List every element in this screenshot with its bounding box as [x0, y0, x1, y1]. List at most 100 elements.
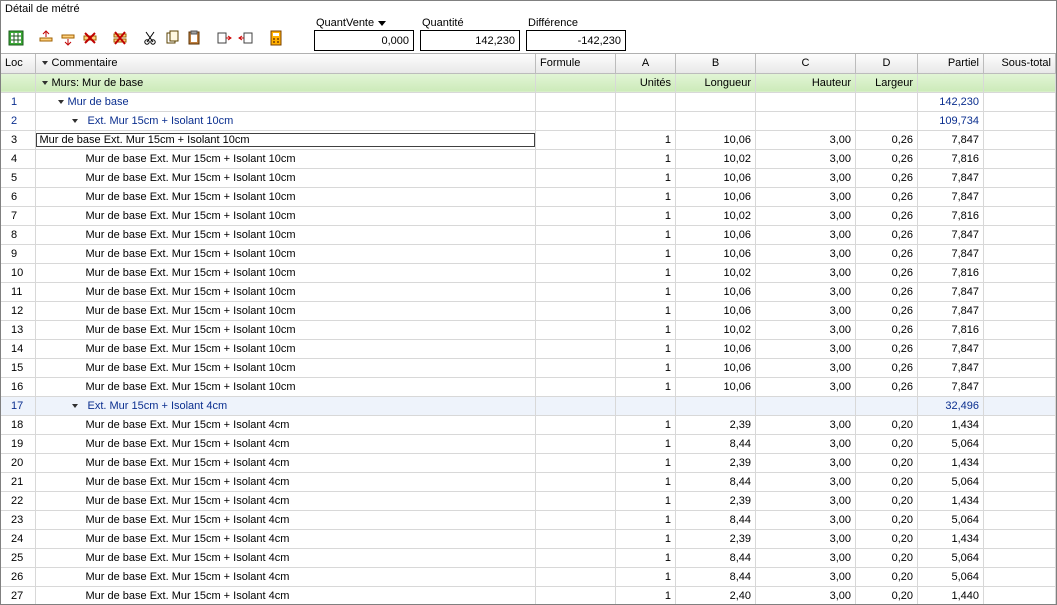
cell-commentaire[interactable]: Mur de base Ext. Mur 15cm + Isolant 10cm	[35, 263, 536, 282]
cell-c[interactable]: 3,00	[756, 244, 856, 263]
cell-b[interactable]: 2,40	[676, 586, 756, 604]
cell-commentaire[interactable]: Mur de base Ext. Mur 15cm + Isolant 10cm	[35, 130, 536, 149]
cell-commentaire[interactable]: Ext. Mur 15cm + Isolant 10cm	[35, 111, 536, 130]
cell-formule[interactable]	[536, 149, 616, 168]
tool-grid-icon[interactable]	[5, 27, 27, 49]
cell-loc[interactable]: 18	[1, 415, 35, 434]
cell-a[interactable]: 1	[616, 377, 676, 396]
cell-soustotal[interactable]	[984, 168, 1056, 187]
cell-partiel[interactable]: 5,064	[918, 434, 984, 453]
cell-loc[interactable]: 11	[1, 282, 35, 301]
cell-a[interactable]: 1	[616, 263, 676, 282]
cell-b[interactable]: 10,02	[676, 206, 756, 225]
cell-d[interactable]: 0,20	[856, 529, 918, 548]
cell-formule[interactable]	[536, 263, 616, 282]
cell-d[interactable]	[856, 92, 918, 111]
cell-commentaire[interactable]: Mur de base Ext. Mur 15cm + Isolant 4cm	[35, 491, 536, 510]
table-row[interactable]: 8Mur de base Ext. Mur 15cm + Isolant 10c…	[1, 225, 1056, 244]
cell-partiel[interactable]: 7,847	[918, 339, 984, 358]
cell-c[interactable]: 3,00	[756, 453, 856, 472]
cell-d[interactable]: 0,26	[856, 282, 918, 301]
table-row[interactable]: 5Mur de base Ext. Mur 15cm + Isolant 10c…	[1, 168, 1056, 187]
cell-commentaire[interactable]: Mur de base Ext. Mur 15cm + Isolant 4cm	[35, 434, 536, 453]
cell-partiel[interactable]: 1,434	[918, 529, 984, 548]
quantvente-label[interactable]: QuantVente	[314, 17, 388, 30]
cell-soustotal[interactable]	[984, 73, 1056, 92]
cell-soustotal[interactable]	[984, 263, 1056, 282]
cell-formule[interactable]	[536, 111, 616, 130]
cell-commentaire[interactable]: Mur de base Ext. Mur 15cm + Isolant 10cm	[35, 187, 536, 206]
cell-commentaire[interactable]: Mur de base Ext. Mur 15cm + Isolant 4cm	[35, 415, 536, 434]
cell-partiel[interactable]: 7,847	[918, 187, 984, 206]
import-icon[interactable]	[213, 27, 235, 49]
cell-soustotal[interactable]	[984, 187, 1056, 206]
table-row[interactable]: 24Mur de base Ext. Mur 15cm + Isolant 4c…	[1, 529, 1056, 548]
cell-formule[interactable]	[536, 301, 616, 320]
cell-d[interactable]: 0,20	[856, 453, 918, 472]
cell-d[interactable]: 0,20	[856, 548, 918, 567]
cell-c[interactable]: 3,00	[756, 263, 856, 282]
table-row[interactable]: 13Mur de base Ext. Mur 15cm + Isolant 10…	[1, 320, 1056, 339]
cell-commentaire[interactable]: Mur de base Ext. Mur 15cm + Isolant 4cm	[35, 586, 536, 604]
cell-d[interactable]: 0,26	[856, 149, 918, 168]
cell-loc[interactable]: 17	[1, 396, 35, 415]
cell-d[interactable]: 0,26	[856, 377, 918, 396]
col-loc[interactable]: Loc	[1, 54, 35, 73]
cell-partiel[interactable]: 5,064	[918, 548, 984, 567]
cell-b[interactable]: 8,44	[676, 548, 756, 567]
cell-loc[interactable]: 10	[1, 263, 35, 282]
cell-loc[interactable]: 15	[1, 358, 35, 377]
cell-a[interactable]: 1	[616, 358, 676, 377]
cell-c[interactable]: 3,00	[756, 377, 856, 396]
cell-partiel[interactable]: 142,230	[918, 92, 984, 111]
table-row[interactable]: 16Mur de base Ext. Mur 15cm + Isolant 10…	[1, 377, 1056, 396]
cell-formule[interactable]	[536, 586, 616, 604]
cell-formule[interactable]	[536, 206, 616, 225]
tool-delete-all-icon[interactable]	[109, 27, 131, 49]
cell-c[interactable]: 3,00	[756, 130, 856, 149]
cell-partiel[interactable]: 7,847	[918, 130, 984, 149]
cell-a[interactable]: 1	[616, 168, 676, 187]
col-a[interactable]: A	[616, 54, 676, 73]
tool-insert-row-below-icon[interactable]	[57, 27, 79, 49]
cell-loc[interactable]: 27	[1, 586, 35, 604]
cell-soustotal[interactable]	[984, 358, 1056, 377]
cell-formule[interactable]	[536, 187, 616, 206]
table-row[interactable]: 7Mur de base Ext. Mur 15cm + Isolant 10c…	[1, 206, 1056, 225]
cell-b[interactable]: 2,39	[676, 491, 756, 510]
table-row[interactable]: 4Mur de base Ext. Mur 15cm + Isolant 10c…	[1, 149, 1056, 168]
tool-insert-row-above-icon[interactable]	[35, 27, 57, 49]
cell-soustotal[interactable]	[984, 149, 1056, 168]
cell-loc[interactable]: 20	[1, 453, 35, 472]
cell-partiel[interactable]: 1,434	[918, 415, 984, 434]
cell-c[interactable]: 3,00	[756, 548, 856, 567]
cell-loc[interactable]: 2	[1, 111, 35, 130]
cell-c[interactable]	[756, 111, 856, 130]
difference-field[interactable]	[526, 30, 626, 51]
cell-c[interactable]: 3,00	[756, 586, 856, 604]
cell-a[interactable]: 1	[616, 415, 676, 434]
cell-commentaire[interactable]: Mur de base Ext. Mur 15cm + Isolant 10cm	[35, 339, 536, 358]
cell-d[interactable]: Largeur	[856, 73, 918, 92]
cell-soustotal[interactable]	[984, 434, 1056, 453]
cell-formule[interactable]	[536, 434, 616, 453]
cell-formule[interactable]	[536, 225, 616, 244]
cell-a[interactable]: 1	[616, 149, 676, 168]
units-header-row[interactable]: Murs: Mur de baseUnitésLongueurHauteurLa…	[1, 73, 1056, 92]
cell-soustotal[interactable]	[984, 282, 1056, 301]
cell-commentaire[interactable]: Mur de base	[35, 92, 536, 111]
cell-partiel[interactable]: 7,816	[918, 206, 984, 225]
cell-partiel[interactable]: 1,434	[918, 453, 984, 472]
cell-soustotal[interactable]	[984, 244, 1056, 263]
cell-formule[interactable]	[536, 73, 616, 92]
cell-d[interactable]: 0,26	[856, 320, 918, 339]
cell-commentaire[interactable]: Mur de base Ext. Mur 15cm + Isolant 10cm	[35, 225, 536, 244]
cell-partiel[interactable]: 7,847	[918, 282, 984, 301]
cell-commentaire[interactable]: Mur de base Ext. Mur 15cm + Isolant 4cm	[35, 510, 536, 529]
cell-commentaire[interactable]: Mur de base Ext. Mur 15cm + Isolant 4cm	[35, 529, 536, 548]
cell-partiel[interactable]: 5,064	[918, 510, 984, 529]
cell-a[interactable]	[616, 111, 676, 130]
table-row[interactable]: 25Mur de base Ext. Mur 15cm + Isolant 4c…	[1, 548, 1056, 567]
cell-a[interactable]: 1	[616, 187, 676, 206]
cell-d[interactable]: 0,20	[856, 434, 918, 453]
